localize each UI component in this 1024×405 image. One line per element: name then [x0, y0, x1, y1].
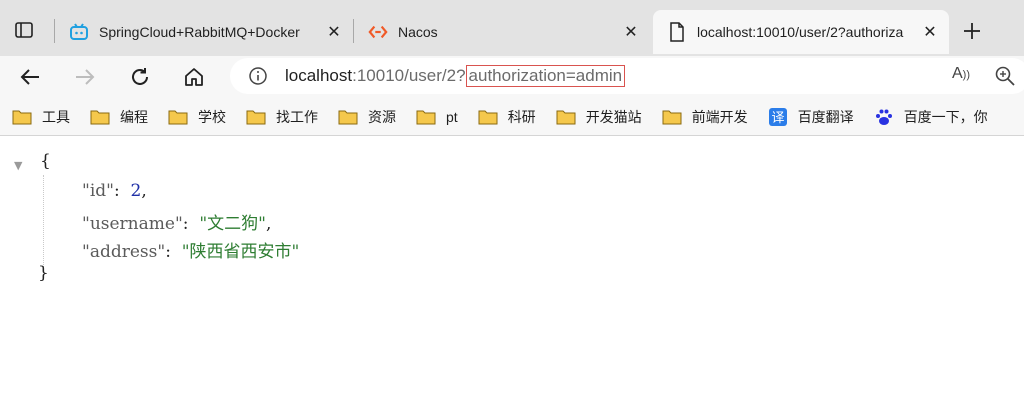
tab-nacos[interactable]: Nacos ✕	[354, 10, 650, 54]
close-tab-icon[interactable]: ✕	[921, 23, 939, 41]
bookmark-label: 科研	[507, 108, 536, 125]
forward-icon[interactable]	[69, 61, 101, 93]
json-open-brace: {	[40, 151, 51, 171]
folder-icon	[246, 110, 266, 124]
bookmark-label: 编程	[120, 108, 148, 125]
zoom-in-icon[interactable]	[994, 65, 1016, 87]
bookmark-folder[interactable]: 前端开发	[662, 107, 748, 127]
collapse-arrow-icon[interactable]: ▼	[14, 159, 22, 172]
tab-strip: SpringCloud+RabbitMQ+Docker ✕ Nacos ✕ lo…	[0, 0, 1024, 56]
json-key: "username"	[82, 214, 183, 234]
bookmark-label: 百度翻译	[797, 108, 854, 125]
url-path: :10010/user/2?	[352, 66, 466, 85]
tab-springcloud[interactable]: SpringCloud+RabbitMQ+Docker ✕	[55, 10, 353, 54]
nacos-icon	[368, 22, 388, 42]
url-text[interactable]: localhost:10010/user/2? authorization=adm…	[285, 65, 626, 87]
url-query-highlight: authorization=admin	[465, 65, 626, 87]
folder-icon	[12, 110, 32, 124]
tab-localhost[interactable]: localhost:10010/user/2?authoriza ✕	[653, 10, 949, 54]
tab-title: Nacos	[398, 24, 438, 40]
folder-icon	[416, 110, 436, 124]
bookmark-folder[interactable]: 找工作	[246, 107, 318, 127]
indent-guide	[43, 175, 44, 269]
read-aloud-icon[interactable]: A))	[952, 65, 970, 83]
tab-title: localhost:10010/user/2?authoriza	[697, 24, 904, 40]
bookmark-label: 前端开发	[691, 108, 748, 125]
bookmark-folder[interactable]: 工具	[12, 107, 70, 127]
bookmark-folder[interactable]: 开发猫站	[556, 107, 642, 127]
bookmarks-bar: 工具 编程 学校 找工作 资源 pt 科研 开发猫站 前端开发 译 百度翻译 百…	[0, 98, 1024, 136]
json-value: 2	[130, 181, 142, 201]
svg-text:译: 译	[771, 111, 784, 126]
bookmark-folder[interactable]: 学校	[168, 107, 226, 127]
home-icon[interactable]	[178, 61, 210, 93]
bookmark-label: 找工作	[276, 108, 318, 125]
folder-icon	[168, 110, 188, 124]
folder-icon	[662, 110, 682, 124]
json-field-address: "address": "陕西省西安市"	[82, 242, 300, 262]
close-tab-icon[interactable]: ✕	[325, 23, 343, 41]
bookmark-label: 工具	[42, 108, 70, 125]
bookmark-baidu[interactable]: 百度一下，你	[874, 107, 988, 127]
json-field-id: "id": 2,	[82, 181, 147, 201]
bookmark-folder[interactable]: 资源	[338, 107, 396, 127]
bookmark-baidu-translate[interactable]: 译 百度翻译	[768, 107, 854, 127]
back-icon[interactable]	[14, 61, 46, 93]
json-key: "address"	[82, 242, 166, 262]
json-viewer: ▼ { "id": 2, "username": "文二狗", "address…	[0, 137, 1024, 405]
folder-icon	[478, 110, 498, 124]
url-host: localhost	[285, 66, 353, 85]
close-tab-icon[interactable]: ✕	[622, 23, 640, 41]
baidu-icon	[875, 109, 892, 125]
folder-icon	[556, 110, 576, 124]
bookmark-label: 开发猫站	[585, 108, 642, 125]
bookmark-label: 学校	[198, 108, 226, 125]
json-value: "文二狗"	[199, 214, 266, 234]
bilibili-icon	[69, 22, 89, 42]
info-icon[interactable]	[248, 66, 268, 86]
folder-icon	[338, 110, 358, 124]
json-value: "陕西省西安市"	[181, 242, 300, 262]
toolbar: localhost:10010/user/2? authorization=adm…	[0, 56, 1024, 98]
bookmark-label: 百度一下，你	[903, 108, 988, 125]
bookmark-label: 资源	[368, 108, 396, 125]
bookmark-folder[interactable]: 科研	[478, 107, 536, 127]
folder-icon	[90, 110, 110, 124]
json-key: "id"	[82, 181, 114, 201]
bookmark-folder[interactable]: 编程	[90, 107, 148, 127]
bookmark-folder[interactable]: pt	[416, 109, 458, 125]
tab-actions-icon[interactable]	[10, 16, 38, 44]
refresh-icon[interactable]	[124, 61, 156, 93]
address-bar[interactable]: localhost:10010/user/2? authorization=adm…	[230, 58, 1024, 94]
tab-title: SpringCloud+RabbitMQ+Docker	[99, 24, 300, 40]
json-close-brace: }	[38, 263, 49, 283]
bookmark-label: pt	[446, 108, 458, 125]
translate-icon: 译	[768, 107, 787, 126]
page-icon	[667, 22, 687, 42]
json-field-username: "username": "文二狗",	[82, 214, 272, 234]
new-tab-icon[interactable]	[958, 17, 986, 45]
